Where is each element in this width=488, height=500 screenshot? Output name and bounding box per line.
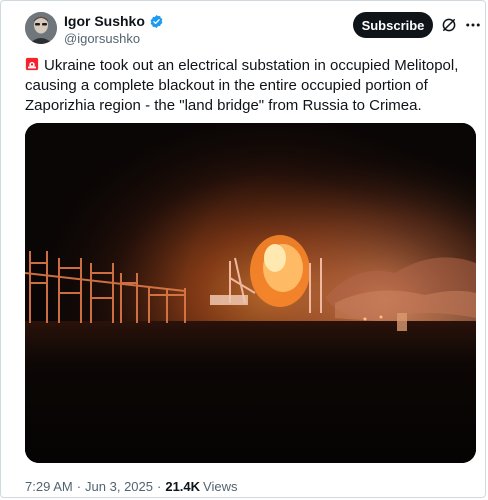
subscribe-button[interactable]: Subscribe <box>353 12 433 38</box>
author-name[interactable]: Igor Sushko <box>64 13 145 29</box>
tweet-meta: 7:29 AM · Jun 3, 2025 · 21.4K Views <box>25 479 238 494</box>
tweet-photo[interactable] <box>25 123 476 463</box>
more-icon[interactable] <box>464 16 482 34</box>
tweet-text: Ukraine took out an electrical substatio… <box>25 56 475 116</box>
substation-fire-image <box>25 123 476 463</box>
avatar-image <box>25 12 57 44</box>
tweet-date[interactable]: Jun 3, 2025 <box>85 479 153 494</box>
more-dots-icon <box>466 23 480 27</box>
avatar[interactable] <box>25 12 57 44</box>
tweet-time[interactable]: 7:29 AM <box>25 479 73 494</box>
views-count: 21.4K <box>165 479 201 494</box>
siren-icon <box>25 57 39 71</box>
meta-separator: · <box>76 479 82 494</box>
tweet-body: Ukraine took out an electrical substatio… <box>25 57 459 114</box>
tweet-card: Igor Sushko @igorsushko Subscribe Ukrain… <box>0 0 486 498</box>
views-label: Views <box>203 479 238 494</box>
verified-badge-icon <box>150 14 163 28</box>
grok-icon[interactable] <box>440 16 458 34</box>
meta-separator: · <box>157 479 162 494</box>
author-name-row: Igor Sushko <box>64 12 164 30</box>
author-handle[interactable]: @igorsushko <box>64 31 140 46</box>
